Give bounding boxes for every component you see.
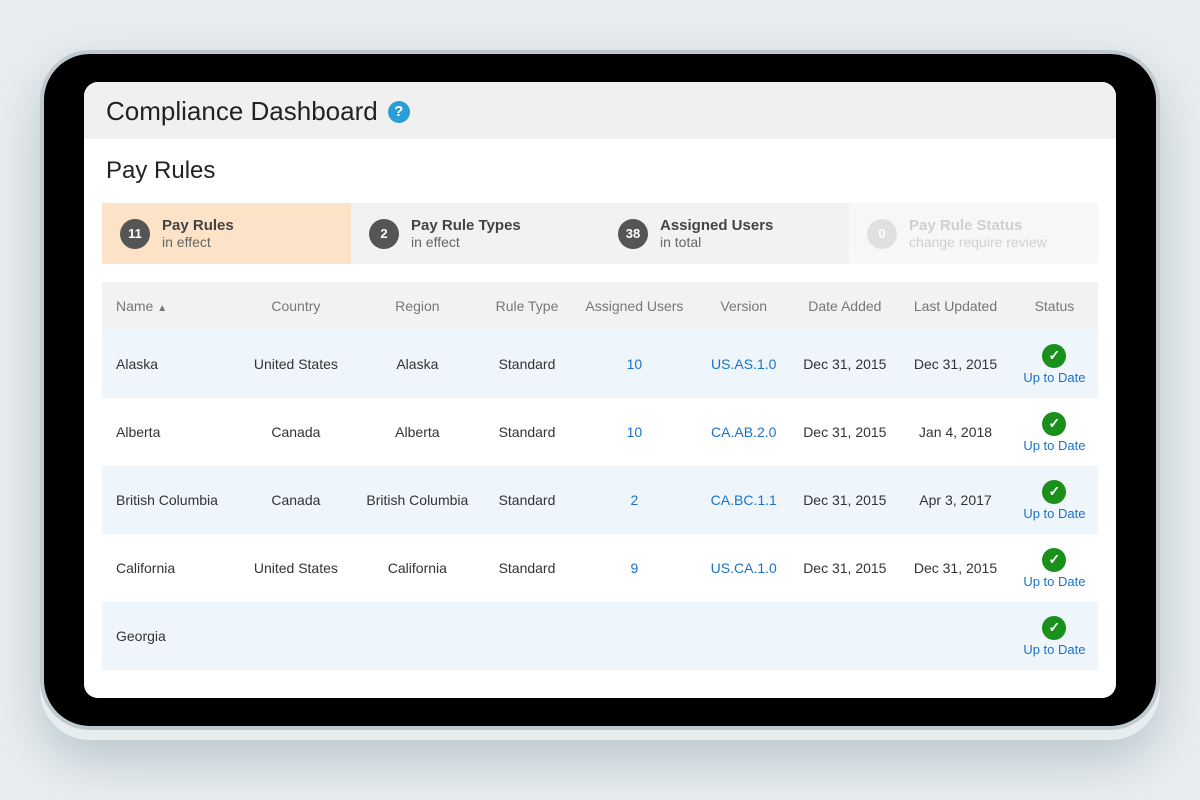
panel-title: Pay Rules — [84, 139, 1116, 195]
cell-version[interactable] — [698, 602, 790, 670]
summary-strip: 11 Pay Rules in effect 2 Pay Rule Types … — [102, 203, 1098, 264]
summary-label: Pay Rules — [162, 217, 234, 234]
table-row[interactable]: Georgia ✓ Up to Date — [102, 602, 1098, 670]
cell-version[interactable]: US.CA.1.0 — [698, 534, 790, 602]
cell-date-added: Dec 31, 2015 — [790, 398, 901, 466]
cell-assigned-users[interactable]: 2 — [571, 466, 698, 534]
check-circle-icon: ✓ — [1042, 616, 1066, 640]
check-circle-icon: ✓ — [1042, 480, 1066, 504]
cell-name: Alaska — [102, 330, 240, 398]
cell-version[interactable]: US.AS.1.0 — [698, 330, 790, 398]
cell-name: Alberta — [102, 398, 240, 466]
check-circle-icon: ✓ — [1042, 412, 1066, 436]
status-link[interactable]: Up to Date — [1019, 370, 1090, 385]
cell-version[interactable]: CA.AB.2.0 — [698, 398, 790, 466]
cell-date-added: Dec 31, 2015 — [790, 466, 901, 534]
summary-label: Pay Rule Status — [909, 217, 1047, 234]
cell-assigned-users[interactable]: 10 — [571, 330, 698, 398]
summary-card-pay-rules[interactable]: 11 Pay Rules in effect — [102, 203, 351, 264]
cell-country: United States — [240, 330, 352, 398]
cell-rule-type: Standard — [483, 534, 571, 602]
rules-table-wrap: Name ▲ Country Region Rule Type Assigned… — [102, 282, 1098, 698]
cell-last-updated — [900, 602, 1011, 670]
status-link[interactable]: Up to Date — [1019, 438, 1090, 453]
cell-name: British Columbia — [102, 466, 240, 534]
count-badge: 11 — [120, 219, 150, 249]
cell-name: California — [102, 534, 240, 602]
cell-region: British Columbia — [352, 466, 483, 534]
cell-country: United States — [240, 534, 352, 602]
col-version[interactable]: Version — [698, 282, 790, 330]
cell-region: Alaska — [352, 330, 483, 398]
status-link[interactable]: Up to Date — [1019, 506, 1090, 521]
cell-date-added — [790, 602, 901, 670]
cell-assigned-users[interactable]: 9 — [571, 534, 698, 602]
cell-region — [352, 602, 483, 670]
cell-rule-type — [483, 602, 571, 670]
table-row[interactable]: British ColumbiaCanadaBritish ColumbiaSt… — [102, 466, 1098, 534]
rules-table: Name ▲ Country Region Rule Type Assigned… — [102, 282, 1098, 670]
cell-country — [240, 602, 352, 670]
cell-status: ✓ Up to Date — [1011, 398, 1098, 466]
col-name[interactable]: Name ▲ — [102, 282, 240, 330]
status-link[interactable]: Up to Date — [1019, 642, 1090, 657]
col-assigned-users[interactable]: Assigned Users — [571, 282, 698, 330]
cell-country: Canada — [240, 398, 352, 466]
tablet-frame: Compliance Dashboard ? Pay Rules 11 Pay … — [40, 50, 1160, 730]
summary-sub: in effect — [411, 234, 521, 250]
sort-asc-icon: ▲ — [157, 303, 167, 314]
summary-card-assigned-users[interactable]: 38 Assigned Users in total — [600, 203, 849, 264]
cell-version[interactable]: CA.BC.1.1 — [698, 466, 790, 534]
cell-rule-type: Standard — [483, 398, 571, 466]
table-row[interactable]: AlaskaUnited StatesAlaskaStandard10US.AS… — [102, 330, 1098, 398]
col-region[interactable]: Region — [352, 282, 483, 330]
cell-rule-type: Standard — [483, 466, 571, 534]
page-title: Compliance Dashboard — [106, 96, 378, 127]
summary-card-status: 0 Pay Rule Status change require review — [849, 203, 1098, 264]
summary-sub: in effect — [162, 234, 234, 250]
cell-last-updated: Dec 31, 2015 — [900, 330, 1011, 398]
cell-assigned-users[interactable] — [571, 602, 698, 670]
cell-name: Georgia — [102, 602, 240, 670]
cell-country: Canada — [240, 466, 352, 534]
summary-sub: in total — [660, 234, 773, 250]
col-country[interactable]: Country — [240, 282, 352, 330]
cell-last-updated: Apr 3, 2017 — [900, 466, 1011, 534]
cell-status: ✓ Up to Date — [1011, 602, 1098, 670]
summary-label: Assigned Users — [660, 217, 773, 234]
cell-assigned-users[interactable]: 10 — [571, 398, 698, 466]
count-badge: 38 — [618, 219, 648, 249]
app-screen: Compliance Dashboard ? Pay Rules 11 Pay … — [84, 82, 1116, 698]
pay-rules-panel: Pay Rules 11 Pay Rules in effect 2 Pay R… — [84, 139, 1116, 698]
status-link[interactable]: Up to Date — [1019, 574, 1090, 589]
page-header: Compliance Dashboard ? — [84, 82, 1116, 139]
col-date-added[interactable]: Date Added — [790, 282, 901, 330]
cell-status: ✓ Up to Date — [1011, 466, 1098, 534]
cell-last-updated: Jan 4, 2018 — [900, 398, 1011, 466]
col-status[interactable]: Status — [1011, 282, 1098, 330]
cell-rule-type: Standard — [483, 330, 571, 398]
col-rule-type[interactable]: Rule Type — [483, 282, 571, 330]
help-icon[interactable]: ? — [388, 101, 410, 123]
col-last-updated[interactable]: Last Updated — [900, 282, 1011, 330]
check-circle-icon: ✓ — [1042, 344, 1066, 368]
table-row[interactable]: AlbertaCanadaAlbertaStandard10CA.AB.2.0D… — [102, 398, 1098, 466]
summary-sub: change require review — [909, 234, 1047, 250]
cell-region: Alberta — [352, 398, 483, 466]
summary-card-rule-types[interactable]: 2 Pay Rule Types in effect — [351, 203, 600, 264]
cell-status: ✓ Up to Date — [1011, 534, 1098, 602]
count-badge: 0 — [867, 219, 897, 249]
cell-region: California — [352, 534, 483, 602]
check-circle-icon: ✓ — [1042, 548, 1066, 572]
summary-label: Pay Rule Types — [411, 217, 521, 234]
cell-status: ✓ Up to Date — [1011, 330, 1098, 398]
count-badge: 2 — [369, 219, 399, 249]
cell-last-updated: Dec 31, 2015 — [900, 534, 1011, 602]
table-row[interactable]: CaliforniaUnited StatesCaliforniaStandar… — [102, 534, 1098, 602]
cell-date-added: Dec 31, 2015 — [790, 330, 901, 398]
cell-date-added: Dec 31, 2015 — [790, 534, 901, 602]
